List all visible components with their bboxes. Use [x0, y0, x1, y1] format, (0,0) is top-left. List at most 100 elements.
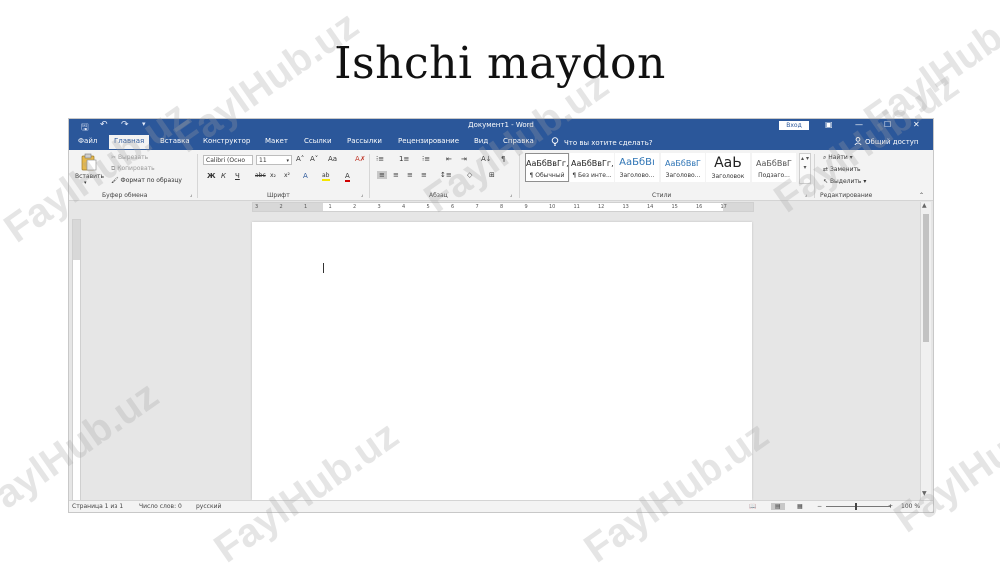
superscript-button[interactable]: x²: [284, 172, 290, 179]
tab-references[interactable]: Ссылки: [304, 137, 332, 145]
numbering-icon[interactable]: 1≡: [399, 155, 409, 163]
tab-view[interactable]: Вид: [474, 137, 488, 145]
style-no-spacing[interactable]: АаБбВвГг, ¶ Без инте...: [570, 153, 614, 182]
clear-formatting-icon[interactable]: A✗: [355, 155, 366, 163]
justify-button[interactable]: ≡: [421, 171, 427, 179]
align-left-button[interactable]: ≡: [377, 171, 387, 179]
text-effects-icon[interactable]: A: [303, 172, 308, 180]
ruler-margin-left: [253, 203, 323, 211]
tab-home[interactable]: Главная: [109, 135, 150, 149]
style-subtitle[interactable]: АаБбВвГ Подзаго...: [752, 153, 796, 182]
ruler-number: 2: [279, 204, 283, 210]
grow-font-icon[interactable]: A˄: [296, 155, 304, 163]
tab-file[interactable]: Файл: [78, 137, 97, 145]
line-spacing-icon[interactable]: ↕≡: [440, 171, 452, 179]
minimize-button[interactable]: —: [855, 120, 863, 129]
font-name-combo[interactable]: Calibri (Осно: [203, 155, 253, 165]
sort-icon[interactable]: A↓: [481, 155, 492, 163]
copy-label: Копировать: [117, 165, 155, 172]
style-heading-2[interactable]: АаБбВвГ Заголово...: [661, 153, 705, 182]
bold-button[interactable]: Ж: [207, 172, 216, 180]
style-name: Заголово...: [619, 172, 655, 179]
style-preview: АаБбВвГг,: [526, 159, 568, 168]
style-name: ¶ Без инте...: [572, 172, 612, 179]
strikethrough-button[interactable]: abc: [255, 172, 266, 179]
highlight-icon[interactable]: ab: [322, 172, 330, 181]
decrease-indent-icon[interactable]: ⇤: [446, 155, 452, 163]
replace-label: Заменить: [829, 166, 861, 173]
replace-button[interactable]: ⇄ Заменить: [823, 166, 861, 173]
scroll-down-icon[interactable]: ▼: [922, 490, 927, 497]
multilevel-list-icon[interactable]: ⁝≡: [422, 155, 430, 163]
format-painter-button[interactable]: 🖌 Формат по образцу: [111, 177, 182, 184]
group-separator: [197, 154, 198, 198]
shrink-font-icon[interactable]: A˅: [310, 155, 318, 163]
style-title[interactable]: АаЬ Заголовок: [706, 153, 750, 182]
scroll-thumb[interactable]: [923, 214, 929, 342]
styles-launcher-icon[interactable]: ⌟: [805, 192, 807, 198]
italic-button[interactable]: К: [221, 172, 226, 180]
close-button[interactable]: ✕: [913, 120, 920, 129]
underline-button[interactable]: Ч: [235, 172, 240, 180]
ruler-number: 12: [598, 204, 605, 210]
increase-indent-icon[interactable]: ⇥: [461, 155, 467, 163]
paragraph-group-label: Абзац: [429, 192, 448, 199]
tab-help[interactable]: Справка: [503, 137, 534, 145]
paste-label: Вставить: [75, 173, 105, 180]
share-button[interactable]: Общий доступ: [854, 137, 919, 146]
language-indicator[interactable]: русский: [196, 503, 221, 510]
zoom-slider-track[interactable]: [826, 506, 891, 507]
clipboard-group-label: Буфер обмена: [102, 192, 148, 199]
zoom-level[interactable]: 100 %: [901, 503, 920, 510]
bullets-icon[interactable]: ⁝≡: [376, 155, 384, 163]
style-preview: АаБбВвГ: [756, 159, 792, 168]
align-right-button[interactable]: ≡: [407, 171, 413, 179]
maximize-button[interactable]: ☐: [884, 120, 891, 129]
copy-button[interactable]: ⧉ Копировать: [111, 165, 155, 173]
borders-icon[interactable]: ⊞: [489, 171, 495, 179]
styles-gallery-scroll[interactable]: ▴ ▾ ▾: [799, 153, 811, 184]
tab-review[interactable]: Рецензирование: [398, 137, 459, 145]
horizontal-ruler[interactable]: 3 2 1 1 2 3 4 5 6 7 8 9 10 11 12 13 14 15 16 17: [252, 202, 754, 212]
tab-design[interactable]: Конструктор: [203, 137, 250, 145]
select-button[interactable]: ↖ Выделить ▾: [823, 178, 866, 185]
font-color-icon[interactable]: A: [345, 172, 350, 182]
document-page[interactable]: [252, 222, 752, 500]
vertical-scrollbar[interactable]: ▲ ▼: [920, 202, 931, 500]
zoom-slider-thumb[interactable]: [855, 503, 857, 510]
tab-layout[interactable]: Макет: [265, 137, 288, 145]
paragraph-launcher-icon[interactable]: ⌟: [510, 192, 512, 198]
style-heading-1[interactable]: АаБбВı Заголово...: [615, 153, 659, 182]
font-launcher-icon[interactable]: ⌟: [361, 192, 363, 198]
scroll-up-icon[interactable]: ▲: [922, 202, 927, 209]
ribbon-display-icon[interactable]: ▣: [825, 120, 833, 129]
collapse-ribbon-icon[interactable]: ⌃: [919, 192, 924, 199]
tab-mailings[interactable]: Рассылки: [347, 137, 382, 145]
page-count[interactable]: Страница 1 из 1: [72, 503, 123, 510]
sign-in-button[interactable]: Вход: [779, 121, 809, 130]
change-case-icon[interactable]: Aa: [328, 155, 337, 163]
find-button[interactable]: ⌕ Найти ▾: [823, 154, 853, 162]
word-count[interactable]: Число слов: 0: [139, 503, 182, 510]
shading-icon[interactable]: ◇: [467, 171, 472, 179]
style-normal[interactable]: АаБбВвГг, ¶ Обычный: [525, 153, 569, 182]
print-layout-icon[interactable]: ▤: [771, 503, 785, 510]
vertical-ruler[interactable]: [72, 219, 81, 503]
read-mode-icon[interactable]: 📖: [749, 503, 756, 510]
tell-me-search[interactable]: Что вы хотите сделать?: [551, 137, 653, 147]
zoom-out-button[interactable]: −: [817, 503, 822, 510]
show-marks-icon[interactable]: ¶: [501, 155, 505, 163]
editing-group-label: Редактирование: [820, 192, 873, 199]
cursor-icon: ↖: [823, 178, 830, 185]
ruler-number: 2: [353, 204, 357, 210]
tab-insert[interactable]: Вставка: [160, 137, 190, 145]
font-size-combo[interactable]: 11 ▾: [256, 155, 292, 165]
subscript-button[interactable]: x₂: [270, 172, 276, 179]
zoom-in-button[interactable]: +: [888, 503, 893, 510]
align-center-button[interactable]: ≡: [393, 171, 399, 179]
ruler-number: 3: [255, 204, 259, 210]
clipboard-launcher-icon[interactable]: ⌟: [190, 192, 192, 198]
web-layout-icon[interactable]: ▦: [797, 503, 803, 510]
cut-button[interactable]: ✂ Вырезать: [111, 154, 148, 161]
ruler-number: 3: [377, 204, 381, 210]
